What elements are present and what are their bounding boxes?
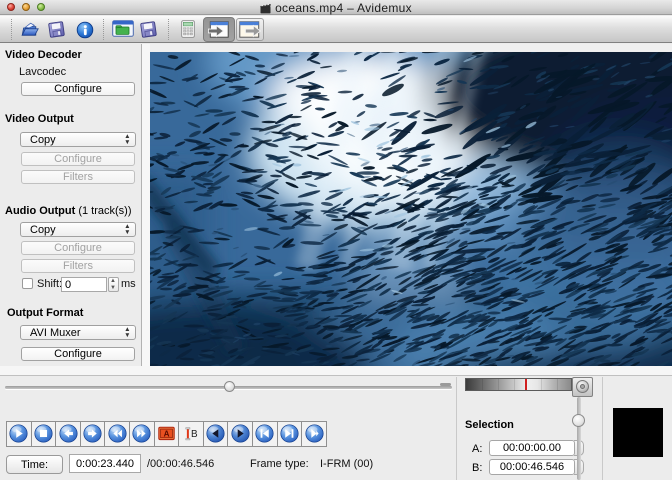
svg-text:B: B — [191, 429, 198, 440]
svg-text:A: A — [164, 429, 170, 438]
